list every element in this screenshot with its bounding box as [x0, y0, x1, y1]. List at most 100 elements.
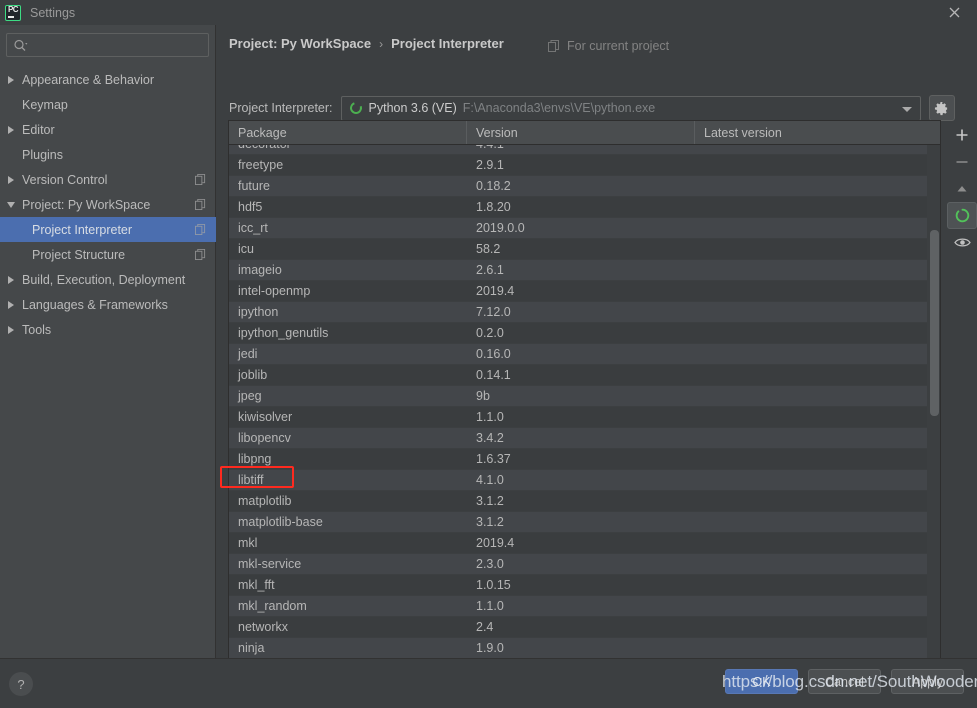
- cell-version: 1.0.15: [476, 578, 511, 592]
- chevron-right-icon[interactable]: [6, 124, 18, 136]
- table-row[interactable]: joblib 0.14.1: [229, 365, 940, 386]
- table-row[interactable]: imageio 2.6.1: [229, 260, 940, 281]
- pycharm-logo-text: PC: [7, 4, 19, 14]
- cell-version: 0.2.0: [476, 326, 504, 340]
- sidebar-item-project-py-workspace[interactable]: Project: Py WorkSpace: [0, 192, 216, 217]
- window-title: Settings: [30, 5, 76, 20]
- search-icon: [14, 39, 28, 51]
- chevron-down-icon[interactable]: [6, 199, 18, 211]
- table-column-header[interactable]: Version: [467, 121, 695, 144]
- table-row[interactable]: ipython_genutils 0.2.0: [229, 323, 940, 344]
- table-row[interactable]: kiwisolver 1.1.0: [229, 407, 940, 428]
- table-row[interactable]: libopencv 3.4.2: [229, 428, 940, 449]
- show-early-releases-button[interactable]: [947, 229, 977, 256]
- sidebar-item-project-structure[interactable]: Project Structure: [0, 242, 216, 267]
- table-row[interactable]: ipython 7.12.0: [229, 302, 940, 323]
- upgrade-package-button[interactable]: [947, 175, 977, 202]
- table-column-header[interactable]: Latest version: [695, 121, 940, 144]
- chevron-right-icon[interactable]: [6, 274, 18, 286]
- sidebar-item-keymap[interactable]: Keymap: [0, 92, 216, 117]
- table-row[interactable]: mkl 2019.4: [229, 533, 940, 554]
- close-button[interactable]: [931, 0, 977, 25]
- table-row[interactable]: jedi 0.16.0: [229, 344, 940, 365]
- ok-button[interactable]: OK: [725, 669, 798, 694]
- remove-package-button[interactable]: [947, 148, 977, 175]
- cell-package: matplotlib-base: [238, 515, 323, 529]
- chevron-right-icon[interactable]: [6, 174, 18, 186]
- cell-package: jedi: [238, 347, 258, 361]
- table-row[interactable]: future 0.18.2: [229, 176, 940, 197]
- interpreter-dropdown[interactable]: Python 3.6 (VE) F:\Anaconda3\envs\VE\pyt…: [340, 95, 921, 121]
- sidebar-item-plugins[interactable]: Plugins: [0, 142, 216, 167]
- cell-package: intel-openmp: [238, 284, 311, 298]
- sidebar-item-build-execution-deployment[interactable]: Build, Execution, Deployment: [0, 267, 216, 292]
- table-row[interactable]: networkx 2.4: [229, 617, 940, 638]
- chevron-right-icon[interactable]: [6, 74, 18, 86]
- copy-icon[interactable]: [195, 174, 206, 185]
- table-row[interactable]: decorator4.4.1: [229, 145, 940, 155]
- table-row[interactable]: jpeg 9b: [229, 386, 940, 407]
- table-row[interactable]: matplotlib 3.1.2: [229, 491, 940, 512]
- table-row[interactable]: intel-openmp 2019.4: [229, 281, 940, 302]
- footer-buttons: OK Cancel Apply: [725, 669, 964, 694]
- sidebar-item-label: Plugins: [22, 147, 63, 162]
- table-row[interactable]: libpng 1.6.37: [229, 449, 940, 470]
- chevron-right-icon[interactable]: [6, 324, 18, 336]
- copy-icon[interactable]: [195, 249, 206, 260]
- table-row[interactable]: mkl_random 1.1.0: [229, 596, 940, 617]
- cell-package: matplotlib: [238, 494, 292, 508]
- sidebar-item-appearance-behavior[interactable]: Appearance & Behavior: [0, 67, 216, 92]
- search-container: [6, 33, 209, 57]
- cell-version: 7.12.0: [476, 305, 511, 319]
- conda-button[interactable]: [947, 202, 977, 229]
- cell-version: 0.14.1: [476, 368, 511, 382]
- cell-package: ninja: [238, 641, 265, 655]
- cell-package: joblib: [238, 368, 268, 382]
- pycharm-logo-bar: [8, 15, 14, 18]
- table-row[interactable]: libtiff 4.1.0: [229, 470, 940, 491]
- table-row[interactable]: mkl_fft 1.0.15: [229, 575, 940, 596]
- sidebar-item-editor[interactable]: Editor: [0, 117, 216, 142]
- table-row[interactable]: icc_rt 2019.0.0: [229, 218, 940, 239]
- table-row[interactable]: icu 58.2: [229, 239, 940, 260]
- sidebar-item-label: Keymap: [22, 97, 68, 112]
- cell-package: mkl_fft: [238, 578, 275, 592]
- table-row[interactable]: freetype 2.9.1: [229, 155, 940, 176]
- sidebar-item-languages-frameworks[interactable]: Languages & Frameworks: [0, 292, 216, 317]
- cell-package: networkx: [238, 620, 289, 634]
- sidebar-item-label: Project Structure: [32, 247, 126, 262]
- sidebar-item-version-control[interactable]: Version Control: [0, 167, 216, 192]
- copy-icon[interactable]: [195, 224, 206, 235]
- search-box[interactable]: [6, 33, 209, 57]
- table-scrollbar-track[interactable]: [927, 145, 940, 679]
- apply-button[interactable]: Apply: [891, 669, 964, 694]
- table-row[interactable]: ninja 1.9.0: [229, 638, 940, 659]
- breadcrumb-current: Project Interpreter: [391, 36, 504, 51]
- copy-icon[interactable]: [195, 199, 206, 210]
- breadcrumb-parent[interactable]: Project: Py WorkSpace: [229, 36, 371, 51]
- search-input[interactable]: [28, 38, 208, 52]
- table-row[interactable]: matplotlib-base 3.1.2: [229, 512, 940, 533]
- table-column-header[interactable]: Package: [229, 121, 467, 144]
- interpreter-settings-button[interactable]: [928, 95, 955, 121]
- sidebar-item-project-interpreter[interactable]: Project Interpreter: [0, 217, 216, 242]
- add-package-button[interactable]: [947, 121, 977, 148]
- table-row[interactable]: mkl-service 2.3.0: [229, 554, 940, 575]
- table-body: decorator4.4.1 freetype 2.9.1 future 0.18.2 h…: [229, 145, 940, 679]
- sidebar-item-label: Project: Py WorkSpace: [22, 197, 151, 212]
- dialog-footer: ? OK Cancel Apply: [0, 658, 977, 708]
- chevron-right-icon[interactable]: [6, 299, 18, 311]
- cell-package: libtiff: [238, 473, 264, 487]
- breadcrumb: Project: Py WorkSpace › Project Interpre…: [229, 36, 504, 51]
- table-scrollbar-thumb[interactable]: [930, 230, 939, 416]
- sidebar-item-tools[interactable]: Tools: [0, 317, 216, 342]
- help-button[interactable]: ?: [9, 672, 33, 696]
- cancel-button[interactable]: Cancel: [808, 669, 881, 694]
- cell-package: kiwisolver: [238, 410, 293, 424]
- pycharm-logo-icon: PC: [5, 4, 21, 21]
- conda-ring-icon: [955, 208, 969, 223]
- cell-package: icu: [238, 242, 254, 256]
- settings-content: Project: Py WorkSpace › Project Interpre…: [217, 25, 977, 680]
- table-row[interactable]: hdf5 1.8.20: [229, 197, 940, 218]
